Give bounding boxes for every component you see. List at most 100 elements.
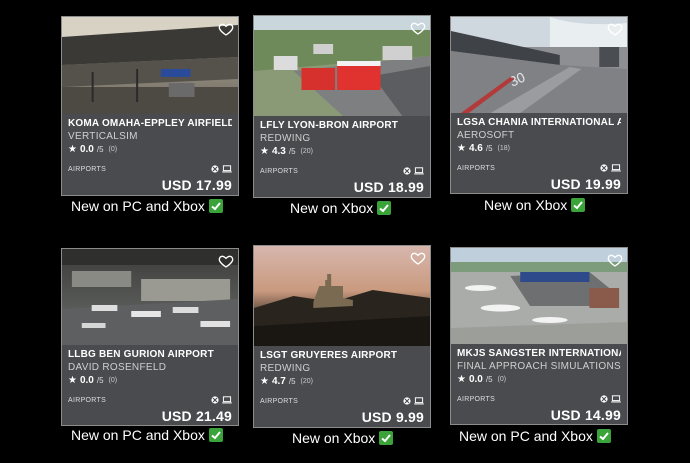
- product-price: USD 21.49: [161, 408, 232, 424]
- card-caption: New on PC and Xbox: [71, 427, 223, 443]
- star-icon: ★: [260, 146, 269, 157]
- rating-out-of: /5: [96, 376, 104, 385]
- product-developer: REDWING: [260, 363, 311, 374]
- star-icon: ★: [260, 376, 269, 387]
- checkmark-icon: [208, 428, 223, 442]
- product-thumbnail: [254, 246, 430, 346]
- rating-count: (0): [108, 377, 118, 384]
- product-price: USD 9.99: [361, 409, 424, 425]
- checkmark-icon: [208, 199, 223, 213]
- product-category: AIRPORTS: [260, 168, 299, 175]
- product-rating: ★ 0.0/5 (0): [68, 144, 232, 155]
- platform-icons: [600, 395, 621, 403]
- product-info: LSGT GRUYERES AIRPORT REDWING ★ 4.7/5 (2…: [254, 346, 430, 427]
- product-title[interactable]: LSGT GRUYERES AIRPORT: [260, 350, 424, 361]
- rating-score: 0.0: [468, 374, 483, 385]
- product-rating: ★ 0.0/5 (0): [457, 374, 621, 385]
- product-rating: ★ 4.3/5 (20): [260, 146, 424, 157]
- rating-score: 0.0: [79, 375, 94, 386]
- star-icon: ★: [68, 144, 77, 155]
- product-rating: ★ 4.6/5 (18): [457, 143, 621, 154]
- rating-count: (0): [108, 146, 118, 153]
- platform-icons: [211, 165, 232, 173]
- star-icon: ★: [457, 374, 466, 385]
- xbox-icon: [403, 397, 411, 405]
- product-thumbnail: 30: [451, 17, 627, 113]
- rating-score: 0.0: [79, 144, 94, 155]
- heart-icon[interactable]: [410, 20, 426, 36]
- checkmark-icon: [377, 201, 392, 215]
- star-icon: ★: [68, 375, 77, 386]
- product-category: AIRPORTS: [260, 398, 299, 405]
- rating-out-of: /5: [288, 377, 296, 386]
- product-title[interactable]: LFLY LYON-BRON AIRPORT: [260, 120, 424, 131]
- rating-score: 4.6: [468, 143, 483, 154]
- rating-out-of: /5: [96, 145, 104, 154]
- xbox-icon: [600, 164, 608, 172]
- caption-text: New on Xbox: [292, 430, 376, 446]
- rating-count: (0): [497, 376, 507, 383]
- heart-icon[interactable]: [218, 253, 234, 269]
- product-info: KOMA OMAHA-EPPLEY AIRFIELD VERTICALSIM ★…: [62, 114, 238, 195]
- product-info: LGSA CHANIA INTERNATIONAL AII AEROSOFT ★…: [451, 113, 627, 193]
- xbox-icon: [600, 395, 608, 403]
- rating-count: (20): [300, 148, 313, 155]
- rating-out-of: /5: [288, 147, 296, 156]
- product-info: LLBG BEN GURION AIRPORT DAVID ROSENFELD …: [62, 345, 238, 425]
- product-card-lfly[interactable]: LFLY LYON-BRON AIRPORT REDWING ★ 4.3/5 (…: [253, 15, 431, 198]
- heart-icon[interactable]: [607, 252, 623, 268]
- caption-text: New on PC and Xbox: [71, 198, 205, 214]
- product-rating: ★ 0.0/5 (0): [68, 375, 232, 386]
- product-title[interactable]: MKJS SANGSTER INTERNATIONAL: [457, 348, 621, 359]
- platform-icons: [211, 396, 232, 404]
- product-title[interactable]: KOMA OMAHA-EPPLEY AIRFIELD: [68, 118, 232, 129]
- rating-score: 4.7: [271, 376, 286, 387]
- card-caption: New on PC and Xbox: [459, 428, 611, 444]
- product-price: USD 19.99: [550, 176, 621, 192]
- product-card-llbg[interactable]: LLBG BEN GURION AIRPORT DAVID ROSENFELD …: [61, 248, 239, 426]
- product-card-lgsa[interactable]: 30 LGSA CHANIA INTERNATIONAL AII AEROSOF…: [450, 16, 628, 194]
- product-thumbnail: [451, 248, 627, 344]
- product-rating: ★ 4.7/5 (20): [260, 376, 424, 387]
- xbox-icon: [211, 396, 219, 404]
- product-title[interactable]: LLBG BEN GURION AIRPORT: [68, 349, 232, 360]
- rating-count: (18): [497, 145, 510, 152]
- rating-out-of: /5: [485, 144, 493, 153]
- rating-score: 4.3: [271, 146, 286, 157]
- platform-icons: [600, 164, 621, 172]
- checkmark-icon: [379, 431, 394, 445]
- product-card-koma[interactable]: KOMA OMAHA-EPPLEY AIRFIELD VERTICALSIM ★…: [61, 16, 239, 196]
- product-category: AIRPORTS: [457, 165, 496, 172]
- product-developer: FINAL APPROACH SIMULATIONS: [457, 361, 621, 372]
- product-card-mkjs[interactable]: MKJS SANGSTER INTERNATIONAL FINAL APPROA…: [450, 247, 628, 425]
- caption-text: New on PC and Xbox: [71, 427, 205, 443]
- platform-icons: [403, 397, 424, 405]
- product-developer: VERTICALSIM: [68, 131, 138, 142]
- product-price: USD 17.99: [161, 177, 232, 193]
- product-category: AIRPORTS: [68, 166, 107, 173]
- caption-text: New on PC and Xbox: [459, 428, 593, 444]
- caption-text: New on Xbox: [484, 197, 568, 213]
- heart-icon[interactable]: [607, 21, 623, 37]
- caption-text: New on Xbox: [290, 200, 374, 216]
- product-info: LFLY LYON-BRON AIRPORT REDWING ★ 4.3/5 (…: [254, 116, 430, 197]
- product-developer: REDWING: [260, 133, 311, 144]
- product-developer: AEROSOFT: [457, 130, 515, 141]
- pc-icon: [414, 397, 424, 405]
- card-caption: New on Xbox: [290, 200, 392, 216]
- rating-count: (20): [300, 378, 313, 385]
- product-title[interactable]: LGSA CHANIA INTERNATIONAL AII: [457, 117, 621, 128]
- heart-icon[interactable]: [410, 250, 426, 266]
- product-thumbnail: [62, 17, 238, 114]
- checkmark-icon: [571, 198, 586, 212]
- product-category: AIRPORTS: [457, 396, 496, 403]
- heart-icon[interactable]: [218, 21, 234, 37]
- card-caption: New on Xbox: [484, 197, 586, 213]
- xbox-icon: [403, 167, 411, 175]
- product-category: AIRPORTS: [68, 397, 107, 404]
- pc-icon: [611, 395, 621, 403]
- product-card-lsgt[interactable]: LSGT GRUYERES AIRPORT REDWING ★ 4.7/5 (2…: [253, 245, 431, 428]
- card-caption: New on PC and Xbox: [71, 198, 223, 214]
- product-price: USD 14.99: [550, 407, 621, 423]
- xbox-icon: [211, 165, 219, 173]
